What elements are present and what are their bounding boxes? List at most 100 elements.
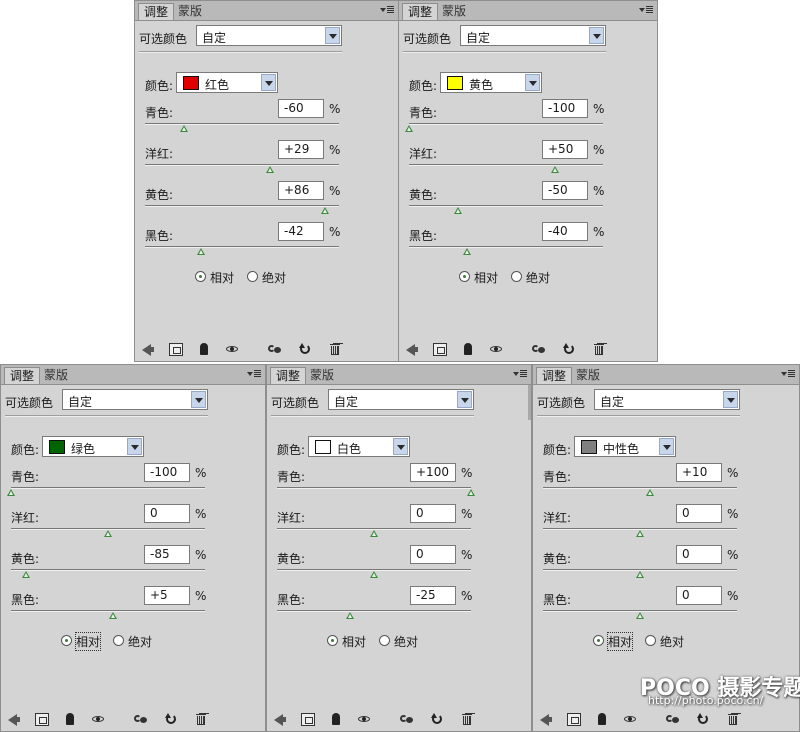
tab-adjustments[interactable]: 调整 [536, 367, 573, 384]
view-previous-icon[interactable] [268, 343, 282, 356]
slider-track-yellow[interactable] [145, 205, 339, 207]
panel-menu-icon[interactable] [247, 368, 261, 380]
trash-icon[interactable] [194, 713, 208, 726]
panel-menu-icon[interactable] [639, 4, 653, 16]
panel-menu-icon[interactable] [781, 368, 795, 380]
value-input-cyan[interactable]: +10 [676, 463, 722, 482]
radio-button[interactable] [511, 271, 522, 282]
mask-icon[interactable] [197, 343, 211, 356]
eye-icon[interactable] [489, 343, 503, 356]
radio-button[interactable] [247, 271, 258, 282]
value-input-cyan[interactable]: -100 [542, 99, 588, 118]
clip-layer-icon[interactable] [35, 713, 49, 726]
slider-thumb-cyan[interactable] [7, 489, 15, 496]
back-arrow-icon[interactable] [7, 713, 21, 726]
value-input-black[interactable]: -42 [278, 222, 324, 241]
chevron-down-icon[interactable] [589, 27, 604, 44]
slider-thumb-magenta[interactable] [550, 166, 559, 173]
value-input-yellow[interactable]: -85 [144, 545, 190, 564]
trash-icon[interactable] [328, 343, 342, 356]
radio-button[interactable] [61, 635, 72, 646]
slider-track-black[interactable] [145, 246, 339, 248]
preset-select[interactable]: 自定 [62, 389, 208, 410]
value-input-cyan[interactable]: -100 [144, 463, 190, 482]
chevron-down-icon[interactable] [457, 391, 472, 408]
color-select[interactable]: 白色 [308, 436, 410, 457]
chevron-down-icon[interactable] [325, 27, 340, 44]
slider-thumb-yellow[interactable] [321, 207, 330, 214]
clip-layer-icon[interactable] [433, 343, 447, 356]
slider-track-cyan[interactable] [11, 487, 205, 489]
slider-track-yellow[interactable] [409, 205, 603, 207]
radio-button[interactable] [593, 635, 604, 646]
value-input-yellow[interactable]: -50 [542, 181, 588, 200]
back-arrow-icon[interactable] [405, 343, 419, 356]
eye-icon[interactable] [91, 713, 105, 726]
scrollbar[interactable] [528, 385, 531, 420]
chevron-down-icon[interactable] [393, 438, 408, 455]
slider-thumb-cyan[interactable] [645, 489, 654, 496]
tab-adjustments[interactable]: 调整 [4, 367, 41, 384]
radio-button[interactable] [379, 635, 390, 646]
reset-icon[interactable] [562, 343, 576, 356]
slider-track-cyan[interactable] [409, 123, 603, 125]
chevron-down-icon[interactable] [659, 438, 674, 455]
slider-thumb-black[interactable] [197, 248, 206, 255]
tab-adjustments[interactable]: 调整 [402, 3, 439, 20]
chevron-down-icon[interactable] [261, 74, 276, 91]
slider-thumb-magenta[interactable] [104, 530, 112, 537]
slider-thumb-black[interactable] [108, 612, 117, 619]
value-input-black[interactable]: 0 [676, 586, 722, 605]
slider-thumb-yellow[interactable] [453, 207, 462, 214]
reset-icon[interactable] [696, 713, 710, 726]
clip-layer-icon[interactable] [567, 713, 581, 726]
back-arrow-icon[interactable] [539, 713, 553, 726]
eye-icon[interactable] [225, 343, 239, 356]
value-input-black[interactable]: +5 [144, 586, 190, 605]
value-input-black[interactable]: -40 [542, 222, 588, 241]
value-input-black[interactable]: -25 [410, 586, 456, 605]
preset-select[interactable]: 自定 [594, 389, 740, 410]
slider-track-magenta[interactable] [409, 164, 603, 166]
radio-button[interactable] [645, 635, 656, 646]
chevron-down-icon[interactable] [191, 391, 206, 408]
value-input-magenta[interactable]: 0 [144, 504, 190, 523]
chevron-down-icon[interactable] [127, 438, 142, 455]
color-select[interactable]: 中性色 [574, 436, 676, 457]
slider-track-cyan[interactable] [145, 123, 339, 125]
back-arrow-icon[interactable] [273, 713, 287, 726]
clip-layer-icon[interactable] [169, 343, 183, 356]
slider-thumb-black[interactable] [463, 248, 472, 255]
trash-icon[interactable] [726, 713, 740, 726]
slider-thumb-yellow[interactable] [21, 571, 30, 578]
chevron-down-icon[interactable] [525, 74, 540, 91]
radio-button[interactable] [327, 635, 338, 646]
tab-masks[interactable]: 蒙版 [173, 3, 207, 20]
mask-icon[interactable] [595, 713, 609, 726]
eye-icon[interactable] [623, 713, 637, 726]
clip-layer-icon[interactable] [301, 713, 315, 726]
value-input-yellow[interactable]: 0 [410, 545, 456, 564]
tab-masks[interactable]: 蒙版 [305, 367, 339, 384]
radio-button[interactable] [113, 635, 124, 646]
color-select[interactable]: 黄色 [440, 72, 542, 93]
preset-select[interactable]: 自定 [460, 25, 606, 46]
slider-track-black[interactable] [277, 610, 471, 612]
value-input-magenta[interactable]: 0 [410, 504, 456, 523]
reset-icon[interactable] [430, 713, 444, 726]
radio-button[interactable] [195, 271, 206, 282]
tab-masks[interactable]: 蒙版 [39, 367, 73, 384]
value-input-yellow[interactable]: +86 [278, 181, 324, 200]
view-previous-icon[interactable] [400, 713, 414, 726]
tab-adjustments[interactable]: 调整 [270, 367, 307, 384]
slider-track-cyan[interactable] [277, 487, 471, 489]
slider-thumb-black[interactable] [345, 612, 354, 619]
reset-icon[interactable] [298, 343, 312, 356]
color-select[interactable]: 绿色 [42, 436, 144, 457]
panel-menu-icon[interactable] [380, 4, 394, 16]
preset-select[interactable]: 自定 [196, 25, 342, 46]
slider-thumb-cyan[interactable] [179, 125, 188, 132]
mask-icon[interactable] [461, 343, 475, 356]
value-input-yellow[interactable]: 0 [676, 545, 722, 564]
slider-thumb-magenta[interactable] [266, 166, 275, 173]
